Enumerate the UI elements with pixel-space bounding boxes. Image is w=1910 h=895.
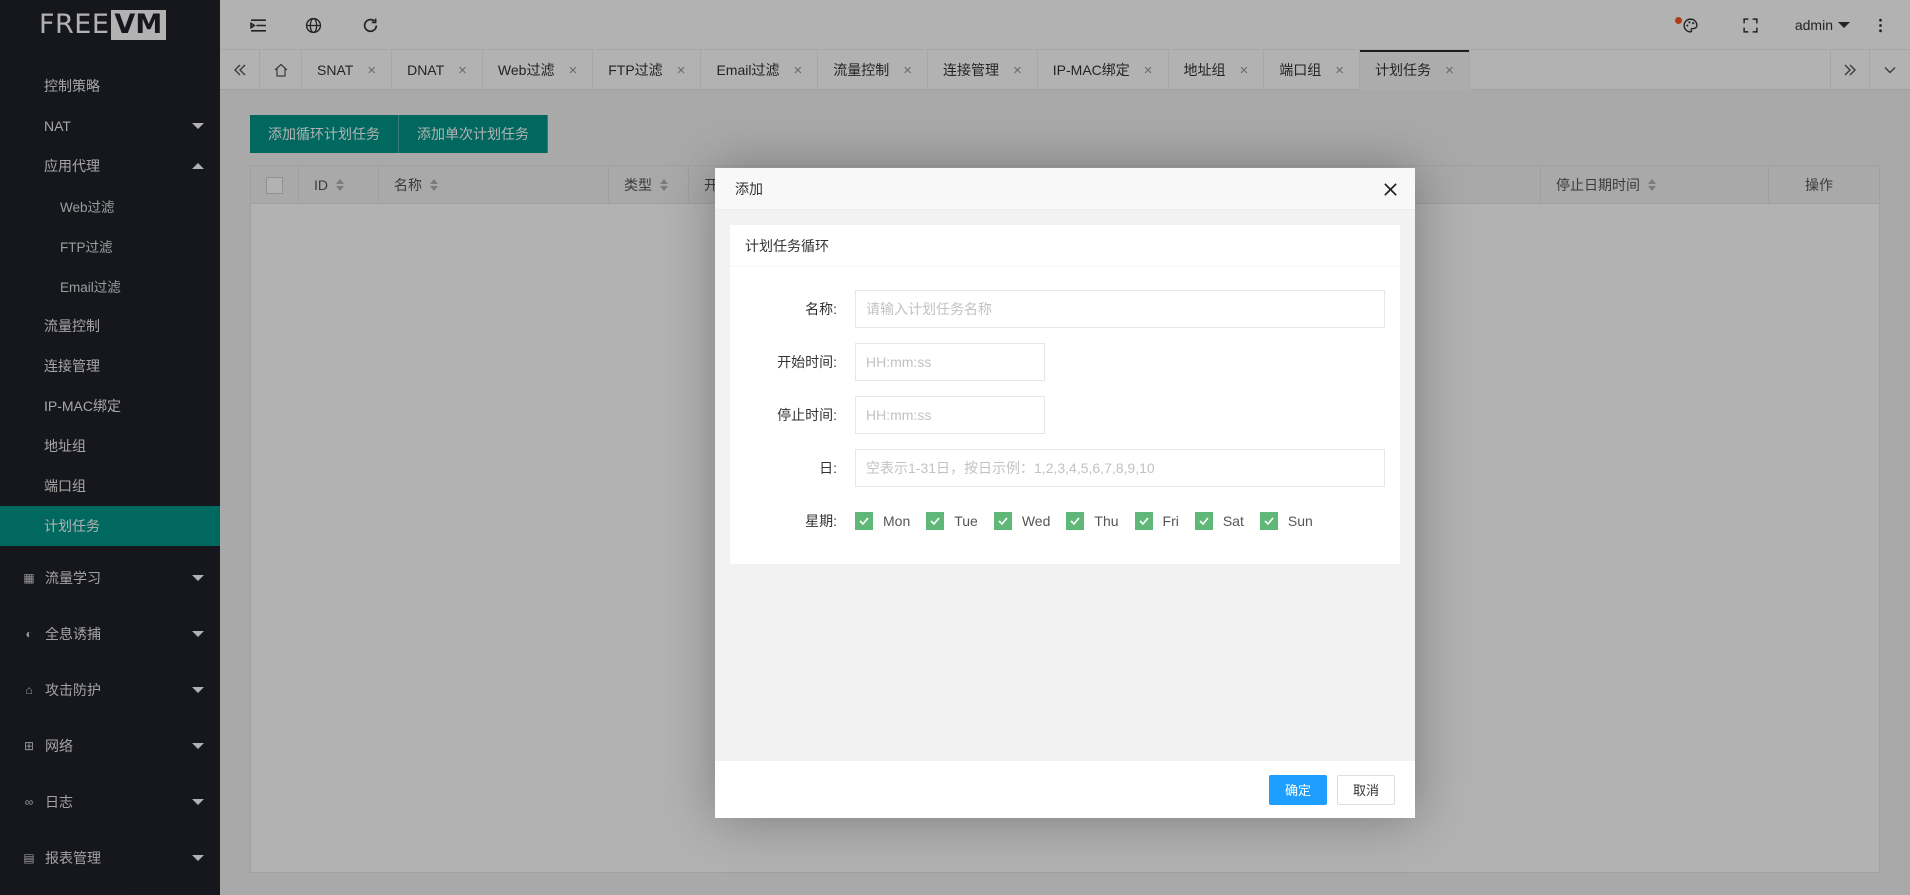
form-row-name: 名称:: [730, 282, 1400, 335]
weekday-label-text: Wed: [1021, 512, 1051, 529]
weekday-label-text: Thu: [1094, 512, 1119, 529]
weekday-label-text: Sat: [1222, 512, 1244, 529]
form-row-weekday: 星期: Mon Tue Wed Thu Fri Sat Sun: [730, 494, 1400, 547]
check-icon: [926, 511, 945, 530]
weekday-label: 星期:: [805, 512, 837, 529]
weekday-checkbox-thu[interactable]: Thu: [1066, 511, 1119, 530]
weekday-label-text: Fri: [1162, 512, 1179, 529]
form-row-stop: 停止时间:: [730, 388, 1400, 441]
weekday-label-text: Sun: [1287, 512, 1313, 529]
task-form: 名称: 开始时间: 停止时间: 日: 星期:: [730, 267, 1400, 547]
close-dialog-button[interactable]: [1379, 178, 1401, 200]
dialog-body: 计划任务循环 名称: 开始时间: 停止时间: 日:: [715, 210, 1415, 761]
weekday-checkbox-sat[interactable]: Sat: [1194, 511, 1244, 530]
weekday-checkbox-fri[interactable]: Fri: [1134, 511, 1179, 530]
close-icon: [1383, 182, 1397, 196]
cancel-button[interactable]: 取消: [1336, 774, 1395, 805]
check-icon: [1134, 511, 1153, 530]
start-time-input[interactable]: [855, 342, 1045, 381]
weekday-checkbox-tue[interactable]: Tue: [926, 511, 978, 530]
check-icon: [1259, 511, 1278, 530]
task-name-input[interactable]: [855, 289, 1385, 328]
weekday-checkbox-sun[interactable]: Sun: [1259, 511, 1313, 530]
form-row-start: 开始时间:: [730, 335, 1400, 388]
stop-time-input[interactable]: [855, 395, 1045, 434]
day-label: 日:: [819, 459, 837, 476]
check-icon: [1194, 511, 1213, 530]
form-card: 计划任务循环 名称: 开始时间: 停止时间: 日:: [730, 225, 1400, 564]
weekday-label-text: Mon: [883, 512, 911, 529]
dialog-footer: 确定 取消: [715, 761, 1415, 818]
check-icon: [993, 511, 1012, 530]
section-title: 计划任务循环: [730, 225, 1400, 267]
add-task-dialog: 添加 计划任务循环 名称: 开始时间: 停止时间: 日:: [715, 168, 1415, 818]
check-icon: [855, 511, 873, 530]
confirm-button[interactable]: 确定: [1268, 774, 1327, 805]
dialog-title: 添加: [715, 168, 1415, 210]
weekday-checkboxes: Mon Tue Wed Thu Fri Sat Sun: [855, 511, 1329, 530]
weekday-label-text: Tue: [954, 512, 978, 529]
start-time-label: 开始时间:: [777, 353, 837, 370]
stop-time-label: 停止时间:: [777, 406, 837, 423]
weekday-checkbox-wed[interactable]: Wed: [993, 511, 1051, 530]
name-label: 名称:: [805, 300, 837, 317]
check-icon: [1066, 511, 1085, 530]
form-row-day: 日:: [730, 441, 1400, 494]
weekday-checkbox-mon[interactable]: Mon: [855, 511, 911, 530]
day-input[interactable]: [855, 448, 1385, 487]
